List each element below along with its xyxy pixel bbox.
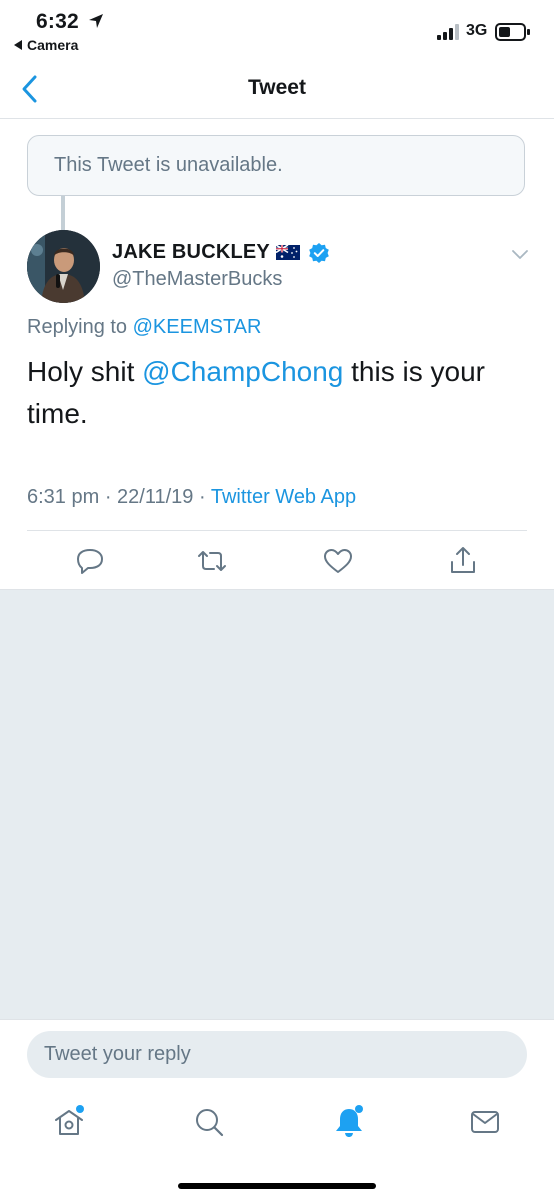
status-time: 6:32 xyxy=(36,10,79,33)
replying-to-mention-link[interactable]: @KEEMSTAR xyxy=(133,316,262,338)
replying-prefix: Replying to xyxy=(27,316,133,338)
tab-home[interactable] xyxy=(51,1104,87,1140)
home-icon xyxy=(55,1105,84,1135)
tweet-meta: 6:31 pm · 22/11/19 · Twitter Web App xyxy=(27,486,356,509)
search-icon xyxy=(196,1109,224,1137)
signal-strength-icon xyxy=(437,24,459,40)
home-indicator[interactable] xyxy=(178,1183,376,1189)
meta-separator: · xyxy=(193,486,211,508)
reply-icon xyxy=(77,549,103,574)
like-button[interactable] xyxy=(321,544,355,578)
divider xyxy=(27,530,527,531)
unavailable-text: This Tweet is unavailable. xyxy=(54,154,283,176)
share-icon xyxy=(451,547,475,573)
nav-bar: Tweet xyxy=(0,60,554,119)
reply-composer xyxy=(0,1019,554,1092)
tweet-source-link[interactable]: Twitter Web App xyxy=(211,486,356,508)
chevron-down-icon[interactable] xyxy=(510,248,530,262)
back-triangle-icon xyxy=(14,40,22,50)
retweet-button[interactable] xyxy=(195,544,229,578)
avatar-photo xyxy=(27,230,100,303)
status-bar: 6:32 Camera 3G xyxy=(0,0,554,60)
page-title: Tweet xyxy=(248,76,306,99)
author-handle[interactable]: @TheMasterBucks xyxy=(112,268,282,291)
avatar[interactable] xyxy=(27,230,100,303)
author-name[interactable]: JAKE BUCKLEY xyxy=(112,241,270,264)
tweet-mention-link[interactable]: @ChampChong xyxy=(142,356,343,387)
tab-messages[interactable] xyxy=(467,1104,503,1140)
replying-to-line: Replying to @KEEMSTAR xyxy=(27,316,261,339)
retweet-icon xyxy=(198,551,226,571)
thread-connector-line xyxy=(61,196,65,230)
tweet-text: Holy shit @ChampChong this is your time. xyxy=(27,351,527,435)
tweet-text-start: Holy shit xyxy=(27,356,143,387)
unavailable-tweet-box: This Tweet is unavailable. xyxy=(27,135,525,196)
empty-replies-area xyxy=(0,589,554,1020)
back-to-app-button[interactable]: Camera xyxy=(14,37,78,53)
australia-flag-icon xyxy=(276,245,300,260)
tweet-date: 22/11/19 xyxy=(117,486,194,508)
tweet-time: 6:31 pm xyxy=(27,486,100,508)
tab-search[interactable] xyxy=(191,1104,227,1140)
heart-icon xyxy=(324,549,352,573)
bell-icon xyxy=(336,1105,363,1137)
location-arrow-icon xyxy=(89,14,103,28)
reply-input[interactable] xyxy=(27,1031,527,1078)
battery-icon xyxy=(495,23,530,41)
meta-separator: · xyxy=(99,486,118,508)
share-button[interactable] xyxy=(446,544,480,578)
reply-button[interactable] xyxy=(73,544,107,578)
back-app-label: Camera xyxy=(27,37,79,53)
envelope-icon xyxy=(471,1111,499,1133)
network-type: 3G xyxy=(466,22,488,39)
tab-notifications[interactable] xyxy=(331,1104,367,1140)
verified-badge-icon xyxy=(309,243,329,263)
